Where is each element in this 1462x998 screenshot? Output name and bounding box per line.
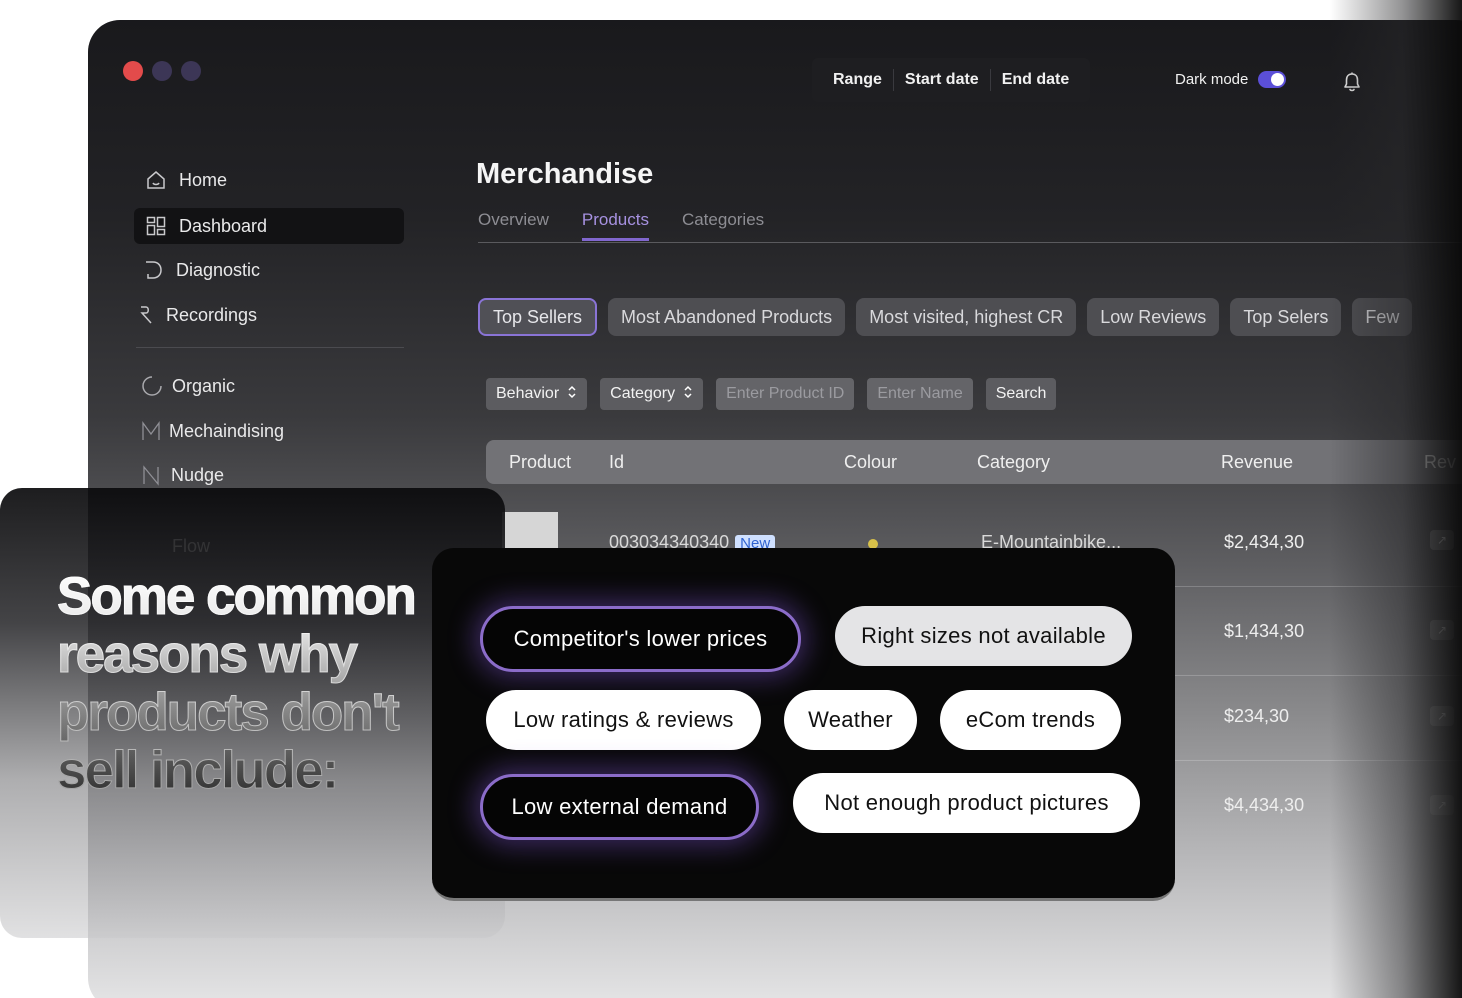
table-header: Product Id Colour Category Revenue Rev	[486, 440, 1462, 484]
date-range-bar: Range Start date End date	[812, 58, 1091, 102]
table-cell-revenue: $4,434,30	[1224, 795, 1305, 815]
reason-pill-product-pictures: Not enough product pictures	[793, 773, 1140, 833]
trend-arrow-icon: ↗	[1430, 795, 1454, 815]
chip-few[interactable]: Few	[1352, 298, 1413, 336]
col-colour[interactable]: Colour	[844, 452, 897, 473]
m-icon	[140, 420, 162, 442]
name-input[interactable]: Enter Name	[867, 378, 973, 410]
maximize-dot[interactable]	[181, 61, 201, 81]
col-rev[interactable]: Rev	[1424, 452, 1456, 473]
sidebar-item-label: Organic	[172, 375, 236, 396]
organic-icon	[141, 375, 163, 397]
window-controls	[123, 61, 201, 81]
search-button[interactable]: Search	[985, 378, 1057, 410]
toggle-knob	[1271, 73, 1285, 86]
end-date-button[interactable]: End date	[991, 71, 1081, 89]
table-cell-revenue: $234,30	[1224, 706, 1290, 726]
reason-pill-external-demand: Low external demand	[480, 774, 759, 840]
table-cell-revenue: $2,434,30	[1224, 532, 1305, 552]
dark-mode-label: Dark mode	[1175, 71, 1249, 88]
sidebar-item-home[interactable]: Home	[145, 165, 227, 195]
behavior-label: Behavior	[496, 385, 560, 402]
sidebar-item-label: Diagnostic	[176, 259, 261, 280]
chip-top-selers[interactable]: Top Selers	[1230, 298, 1342, 336]
sidebar-item-diagnostic[interactable]: Diagnostic	[142, 255, 260, 285]
chip-low-reviews[interactable]: Low Reviews	[1087, 298, 1220, 336]
sidebar-item-label: Nudge	[171, 464, 225, 485]
sidebar-divider	[136, 347, 404, 348]
product-thumbnail	[502, 512, 558, 552]
chevron-updown-icon	[683, 385, 693, 404]
table-cell-revenue: $1,434,30	[1224, 621, 1305, 641]
trend-arrow-icon: ↗	[1430, 530, 1454, 550]
sidebar-item-merchandising[interactable]: Mechaindising	[140, 416, 284, 446]
reason-pill-ecom-trends: eCom trends	[940, 690, 1121, 750]
tab-products[interactable]: Products	[581, 210, 649, 241]
home-icon	[145, 169, 167, 191]
bell-icon[interactable]	[1342, 71, 1362, 93]
headline: Some common reasons why products don't s…	[57, 567, 487, 800]
sidebar-item-flow: Flow	[172, 536, 211, 556]
sidebar-item-dashboard[interactable]: Dashboard	[134, 208, 404, 244]
chip-most-visited[interactable]: Most visited, highest CR	[856, 298, 1077, 336]
category-label: Category	[610, 385, 676, 402]
recordings-icon	[136, 304, 158, 326]
diagnostic-icon	[142, 259, 164, 281]
preset-chips: Top Sellers Most Abandoned Products Most…	[478, 298, 1413, 336]
sidebar-item-label: Recordings	[166, 304, 258, 325]
headline-card: Flow Some common reasons why products do…	[0, 488, 505, 938]
n-icon	[140, 464, 162, 486]
sidebar-item-organic[interactable]: Organic	[141, 371, 235, 401]
tabs-underline	[478, 242, 1462, 243]
filter-bar: Behavior Category Enter Product ID Enter…	[486, 378, 1057, 410]
sidebar-item-label: Home	[179, 169, 228, 190]
close-dot[interactable]	[123, 61, 143, 81]
sidebar-item-recordings[interactable]: Recordings	[136, 300, 257, 330]
col-product[interactable]: Product	[509, 452, 571, 473]
product-id-input[interactable]: Enter Product ID	[716, 378, 855, 410]
reason-pill-weather: Weather	[784, 690, 917, 750]
col-id[interactable]: Id	[609, 452, 624, 473]
chip-most-abandoned[interactable]: Most Abandoned Products	[608, 298, 846, 336]
minimize-dot[interactable]	[152, 61, 172, 81]
dashboard-icon	[145, 215, 167, 237]
col-revenue[interactable]: Revenue	[1221, 452, 1293, 473]
start-date-button[interactable]: Start date	[894, 71, 990, 89]
chip-top-sellers[interactable]: Top Sellers	[478, 298, 598, 336]
chevron-updown-icon	[567, 385, 577, 404]
reason-pill-low-ratings: Low ratings & reviews	[486, 690, 761, 750]
trend-arrow-icon: ↗	[1430, 620, 1454, 640]
tab-overview[interactable]: Overview	[478, 210, 549, 241]
page-title: Merchandise	[476, 158, 654, 190]
dark-mode-toggle[interactable]	[1258, 71, 1287, 88]
reasons-card: Competitor's lower prices Right sizes no…	[432, 548, 1175, 901]
range-button[interactable]: Range	[822, 71, 893, 89]
tab-categories[interactable]: Categories	[682, 210, 764, 241]
trend-arrow-icon: ↗	[1430, 706, 1454, 726]
sidebar-item-label: Dashboard	[179, 215, 268, 236]
reason-pill-competitor-prices: Competitor's lower prices	[480, 606, 801, 672]
reason-pill-sizes: Right sizes not available	[835, 606, 1132, 666]
dark-mode-control: Dark mode	[1175, 71, 1287, 88]
sidebar-item-label: Mechaindising	[169, 420, 285, 441]
behavior-select[interactable]: Behavior	[486, 378, 588, 410]
category-select[interactable]: Category	[600, 378, 704, 410]
tab-bar: Overview Products Categories	[478, 210, 764, 241]
col-category[interactable]: Category	[977, 452, 1050, 473]
sidebar-item-nudge[interactable]: Nudge	[140, 460, 224, 490]
